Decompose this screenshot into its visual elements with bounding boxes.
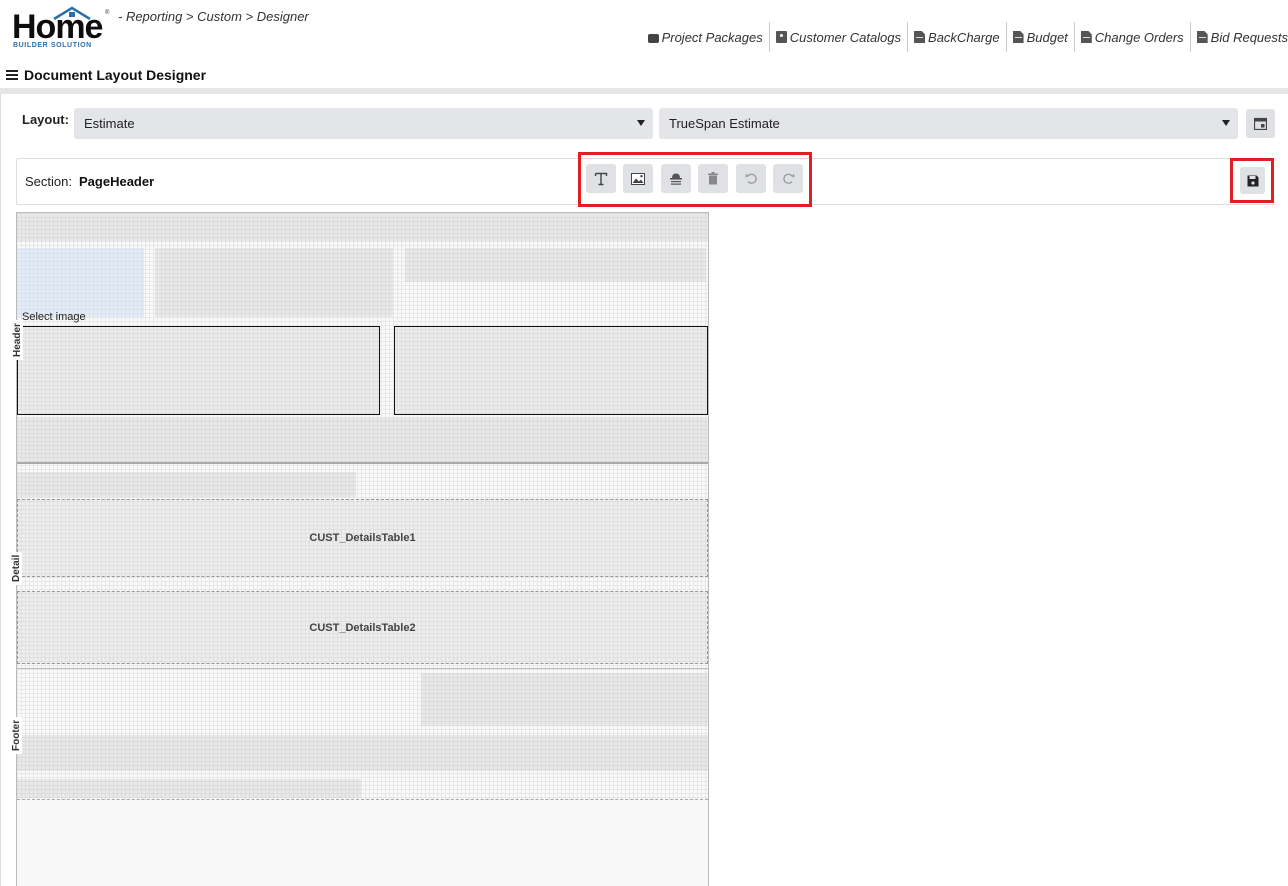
- breadcrumb: - Reporting > Custom > Designer: [118, 9, 309, 24]
- logo-registered-mark: ®: [105, 10, 110, 16]
- footer-band-label: Footer: [11, 716, 22, 754]
- nav-label: Customer Catalogs: [789, 29, 902, 45]
- floppy-disk-icon: [1247, 175, 1258, 186]
- page-title: Document Layout Designer: [24, 67, 207, 83]
- title-bar: Document Layout Designer: [0, 62, 1288, 88]
- footer-bottom-block[interactable]: [17, 779, 361, 798]
- text-icon: [594, 172, 608, 185]
- detail-top-block[interactable]: [17, 472, 356, 497]
- delete-button[interactable]: [698, 164, 728, 193]
- hat-icon: [670, 173, 682, 185]
- nav-customer-catalogs[interactable]: Customer Catalogs: [768, 22, 907, 52]
- header-right-box[interactable]: [394, 326, 708, 415]
- header-left-box[interactable]: [17, 326, 380, 415]
- image-placeholder[interactable]: Select image: [17, 248, 144, 323]
- header-top-strip[interactable]: [17, 213, 708, 241]
- layout-settings-button[interactable]: [1246, 109, 1275, 138]
- nav-label: Budget: [1026, 29, 1068, 45]
- image-icon: [631, 172, 645, 185]
- detail-band-label: Detail: [11, 551, 22, 585]
- logo-word: Home: [12, 8, 103, 46]
- section-value: PageHeader: [79, 174, 155, 189]
- header-band-label: Header: [12, 320, 23, 360]
- add-text-button[interactable]: [586, 164, 616, 193]
- header-band[interactable]: Select image: [17, 213, 708, 464]
- details-table-2[interactable]: CUST_DetailsTable2: [17, 591, 708, 664]
- footer-right-block[interactable]: [421, 673, 708, 726]
- caret-down-icon: [1222, 120, 1230, 126]
- nav-project-packages[interactable]: Project Packages: [642, 22, 769, 52]
- add-field-button[interactable]: [661, 164, 691, 193]
- home-builder-logo[interactable]: Home ® BUILDER SOLUTION: [12, 6, 112, 52]
- designer-panel: Layout: Estimate TrueSpan Estimate Secti…: [0, 94, 1288, 886]
- nav-label: Project Packages: [661, 29, 763, 45]
- nav-change-orders[interactable]: Change Orders: [1073, 22, 1190, 52]
- footer-middle-block[interactable]: [17, 735, 708, 771]
- section-label: Section:: [25, 174, 72, 189]
- details-table-1[interactable]: CUST_DetailsTable1: [17, 499, 708, 577]
- document-icon: [914, 31, 926, 43]
- toolbar-highlight: [578, 152, 812, 207]
- badge-icon: [775, 31, 787, 43]
- undo-button[interactable]: [736, 164, 766, 193]
- nav-label: Bid Requests: [1210, 29, 1288, 45]
- trash-icon: [708, 172, 718, 185]
- design-canvas[interactable]: Select image Header CUST_DetailsTable1 C…: [11, 212, 709, 886]
- save-button[interactable]: [1240, 167, 1265, 194]
- add-image-button[interactable]: [623, 164, 653, 193]
- nav-budget[interactable]: Budget: [1005, 22, 1074, 52]
- save-highlight: [1230, 158, 1274, 203]
- document-icon: [1012, 31, 1024, 43]
- calendar-settings-icon: [1254, 117, 1267, 130]
- nav-backcharge[interactable]: BackCharge: [907, 22, 1006, 52]
- document-icon: [1196, 31, 1208, 43]
- header-text-block[interactable]: [155, 248, 393, 317]
- briefcase-icon: [647, 33, 659, 43]
- nav-bid-requests[interactable]: Bid Requests: [1189, 22, 1288, 52]
- undo-icon: [745, 173, 757, 184]
- select-image-label: Select image: [22, 311, 86, 323]
- top-bar: Home ® BUILDER SOLUTION - Reporting > Cu…: [0, 0, 1288, 62]
- layout-template-select[interactable]: TrueSpan Estimate: [659, 108, 1238, 139]
- top-nav: Project Packages Customer Catalogs BackC…: [642, 22, 1288, 52]
- header-bottom-strip[interactable]: [17, 418, 708, 462]
- layout-type-value: Estimate: [84, 116, 135, 131]
- caret-down-icon: [637, 120, 645, 126]
- canvas-empty-area: [17, 800, 708, 886]
- footer-band[interactable]: [17, 669, 708, 800]
- logo-subtitle: BUILDER SOLUTION: [13, 42, 92, 49]
- document-icon: [1080, 31, 1092, 43]
- layout-label: Layout:: [22, 112, 69, 127]
- nav-label: Change Orders: [1094, 29, 1184, 45]
- redo-icon: [782, 173, 794, 184]
- layout-type-select[interactable]: Estimate: [74, 108, 653, 139]
- redo-button[interactable]: [773, 164, 803, 193]
- header-title-block[interactable]: [405, 248, 706, 282]
- layout-template-value: TrueSpan Estimate: [669, 116, 780, 131]
- nav-label: BackCharge: [928, 29, 1000, 45]
- detail-band[interactable]: CUST_DetailsTable1 CUST_DetailsTable2: [17, 464, 708, 669]
- hamburger-menu-icon[interactable]: [6, 70, 18, 80]
- section-toolbar: Section: PageHeader: [16, 152, 1274, 207]
